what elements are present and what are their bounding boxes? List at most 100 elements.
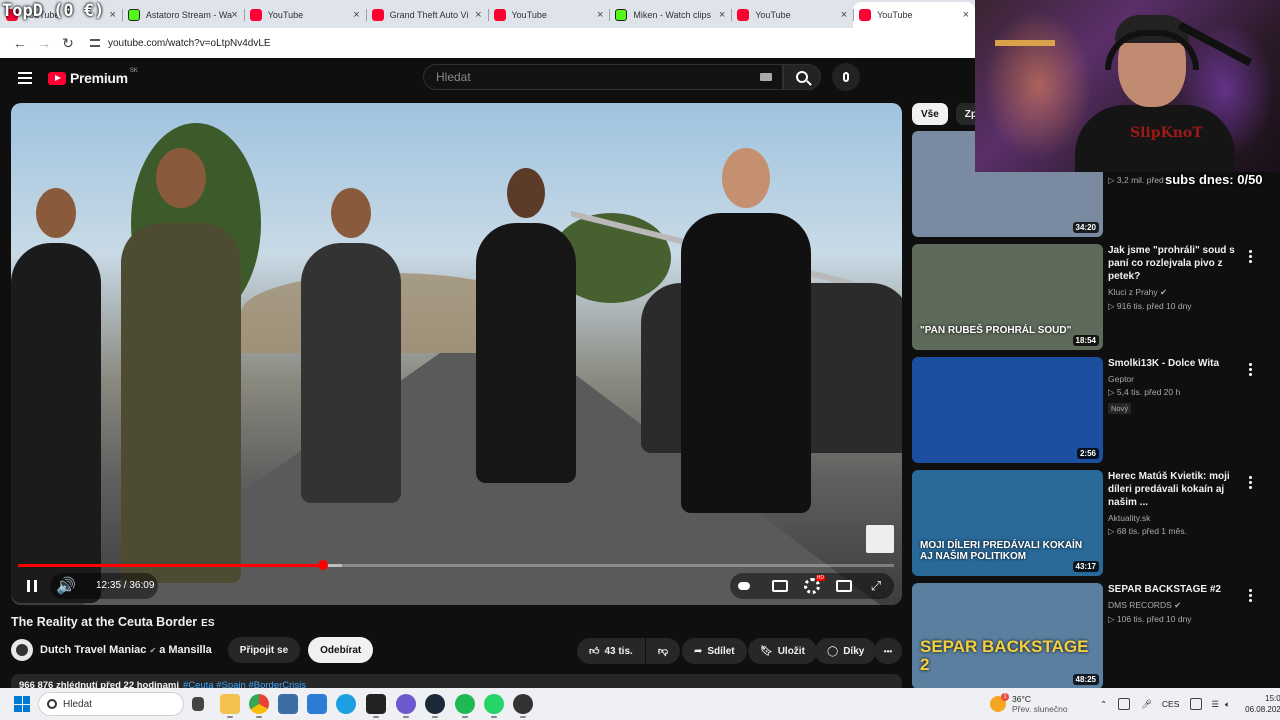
video-watermark[interactable]	[866, 525, 894, 553]
display-icon[interactable]	[1190, 698, 1203, 710]
video-duration: 18:54	[1072, 335, 1099, 346]
forward-icon[interactable]: →	[32, 35, 56, 51]
fullscreen-icon[interactable]: ⤢	[868, 578, 884, 594]
video-title[interactable]: Herec Matúš Kvietik: moji díleri predáva…	[1108, 470, 1248, 509]
recommended-video[interactable]: 2:56 Smolki13K - Dolce Wita Geptor ▷ 5,4 ti…	[912, 357, 1267, 465]
thanks-button[interactable]: ◯ Díky	[815, 638, 877, 664]
video-channel[interactable]: DMS RECORDS ✔	[1108, 600, 1248, 611]
autoplay-toggle-icon[interactable]	[736, 578, 752, 594]
wifi-icon[interactable]: ☰	[1211, 699, 1219, 710]
pause-icon	[27, 580, 30, 592]
video-player[interactable]	[11, 103, 902, 605]
file-explorer-icon[interactable]	[220, 694, 240, 718]
windows-start-icon[interactable]	[14, 696, 30, 712]
tray-overflow-icon[interactable]: ⌃	[1100, 699, 1107, 710]
subscribe-button[interactable]: Odebírat	[308, 637, 374, 663]
more-actions-button[interactable]: •••	[874, 638, 902, 664]
video-thumbnail[interactable]: "PAN RUBEŠ PROHRÁL SOUD" 18:54	[912, 244, 1103, 350]
site-info-icon[interactable]	[90, 39, 100, 47]
filter-chip[interactable]: Vše	[912, 103, 948, 125]
reload-icon[interactable]: ↻	[56, 35, 80, 52]
youtube-header: Premium SK Hledat	[0, 58, 975, 98]
video-title[interactable]: Jak jsme "prohráli" soud s paní co rozle…	[1108, 244, 1248, 283]
browser-tab[interactable]: Astatoro Stream - Wa ×	[121, 2, 244, 28]
browser-tab[interactable]: YouTube ×	[487, 2, 610, 28]
browser-tab[interactable]: YouTube ×	[243, 2, 366, 28]
search-input[interactable]: Hledat	[423, 64, 783, 90]
volume-icon[interactable]: 🔊	[56, 576, 76, 596]
chrome-icon[interactable]	[249, 694, 269, 718]
more-options-icon[interactable]	[1249, 248, 1253, 265]
task-view-icon[interactable]	[192, 697, 204, 711]
network-off-icon[interactable]	[1118, 698, 1131, 710]
video-frame-person	[11, 188, 101, 603]
close-tab-icon[interactable]: ×	[475, 9, 481, 21]
close-tab-icon[interactable]: ×	[231, 9, 237, 21]
share-icon: ➦	[694, 645, 703, 657]
recommended-video[interactable]: SEPAR BACKSTAGE 2 48:25 SEPAR BACKSTAGE #2…	[912, 583, 1267, 691]
pause-button[interactable]	[22, 576, 42, 596]
theater-mode-icon[interactable]	[836, 580, 852, 592]
video-channel[interactable]: Aktuality.sk	[1108, 513, 1248, 523]
voice-search-button[interactable]	[832, 63, 860, 91]
subtitles-icon[interactable]	[772, 580, 788, 592]
search-button[interactable]	[783, 64, 821, 90]
close-tab-icon[interactable]: ×	[963, 9, 969, 21]
taskbar-search[interactable]: Hledat	[38, 692, 184, 716]
join-button[interactable]: Připojit se	[227, 637, 301, 663]
browser-tab[interactable]: YouTube ×	[731, 2, 853, 28]
dislike-button[interactable]: 👎︎	[645, 638, 680, 664]
video-channel[interactable]: Kluci z Prahy ✔	[1108, 287, 1248, 298]
spotify-icon[interactable]	[455, 694, 475, 718]
recommended-video[interactable]: MOJI DÍLERI PREDÁVALI KOKAÍN AJ NAŠIM PO…	[912, 470, 1267, 578]
weather-widget[interactable]: 1 36°C Přev. slunečno	[990, 688, 1068, 720]
save-button[interactable]: 🔖︎ Uložit	[748, 638, 817, 664]
browser-tab[interactable]: Grand Theft Auto Vi ×	[365, 2, 488, 28]
whatsapp-icon[interactable]	[484, 694, 504, 718]
steam-icon[interactable]	[425, 694, 445, 718]
video-title[interactable]: Smolki13K - Dolce Wita	[1108, 357, 1248, 370]
browser-tab[interactable]: Miken - Watch clips ×	[609, 2, 731, 28]
video-info: SEPAR BACKSTAGE #2 DMS RECORDS ✔ ▷ 106 tis…	[1108, 583, 1248, 625]
video-thumbnail[interactable]: MOJI DÍLERI PREDÁVALI KOKAÍN AJ NAŠIM PO…	[912, 470, 1103, 576]
capcut-icon[interactable]	[366, 694, 386, 718]
settings-gear-icon[interactable]: HD	[804, 575, 825, 594]
video-info: Jak jsme "prohráli" soud s paní co rozle…	[1108, 244, 1248, 312]
calculator-icon[interactable]	[278, 694, 298, 714]
youtube-icon	[859, 9, 872, 21]
youtube-premium-logo[interactable]: Premium SK	[48, 68, 138, 86]
search-placeholder: Hledat	[436, 70, 471, 84]
video-progress-bar[interactable]	[18, 560, 894, 570]
mic-tray-icon[interactable]: 🎤︎	[1141, 699, 1152, 710]
video-channel[interactable]: Geptor	[1108, 374, 1248, 384]
more-options-icon[interactable]	[1249, 474, 1253, 491]
video-thumbnail[interactable]: SEPAR BACKSTAGE 2 48:25	[912, 583, 1103, 689]
url-field[interactable]: youtube.com/watch?v=oLtpNv4dvLE	[90, 38, 271, 49]
browser-tab[interactable]: YouTube ×	[853, 2, 975, 28]
menu-icon[interactable]	[18, 69, 32, 87]
progress-scrubber[interactable]	[317, 560, 328, 570]
clock[interactable]: 15:01 06.08.2026	[1245, 693, 1280, 715]
close-tab-icon[interactable]: ×	[597, 9, 603, 21]
browser-tab-bar: YouTube × Astatoro Stream - Wa × YouTube × Gra…	[0, 0, 975, 28]
recommended-video[interactable]: "PAN RUBEŠ PROHRÁL SOUD" 18:54 Jak jsme "p…	[912, 244, 1267, 352]
more-options-icon[interactable]	[1249, 361, 1253, 378]
obs-icon[interactable]	[513, 694, 533, 718]
speaker-icon[interactable]: 🔈︎	[1225, 699, 1230, 710]
language-indicator[interactable]: CES	[1162, 699, 1179, 709]
close-tab-icon[interactable]: ×	[353, 9, 359, 21]
outlook-icon[interactable]	[307, 694, 327, 714]
more-options-icon[interactable]	[1249, 587, 1253, 604]
close-tab-icon[interactable]: ×	[841, 9, 847, 21]
like-button[interactable]: 👍︎ 43 tis.	[577, 638, 645, 664]
channel-name[interactable]: Dutch Travel Maniac ✔ a Mansilla	[40, 644, 212, 656]
share-button[interactable]: ➦ Sdílet	[682, 638, 747, 664]
channel-avatar[interactable]	[11, 639, 33, 661]
back-icon[interactable]: ←	[8, 35, 32, 51]
video-thumbnail[interactable]: 2:56	[912, 357, 1103, 463]
edge-icon[interactable]	[336, 694, 356, 714]
keyboard-icon[interactable]	[760, 73, 772, 81]
discord-icon[interactable]	[396, 694, 416, 718]
video-title[interactable]: SEPAR BACKSTAGE #2	[1108, 583, 1248, 596]
close-tab-icon[interactable]: ×	[719, 9, 725, 21]
